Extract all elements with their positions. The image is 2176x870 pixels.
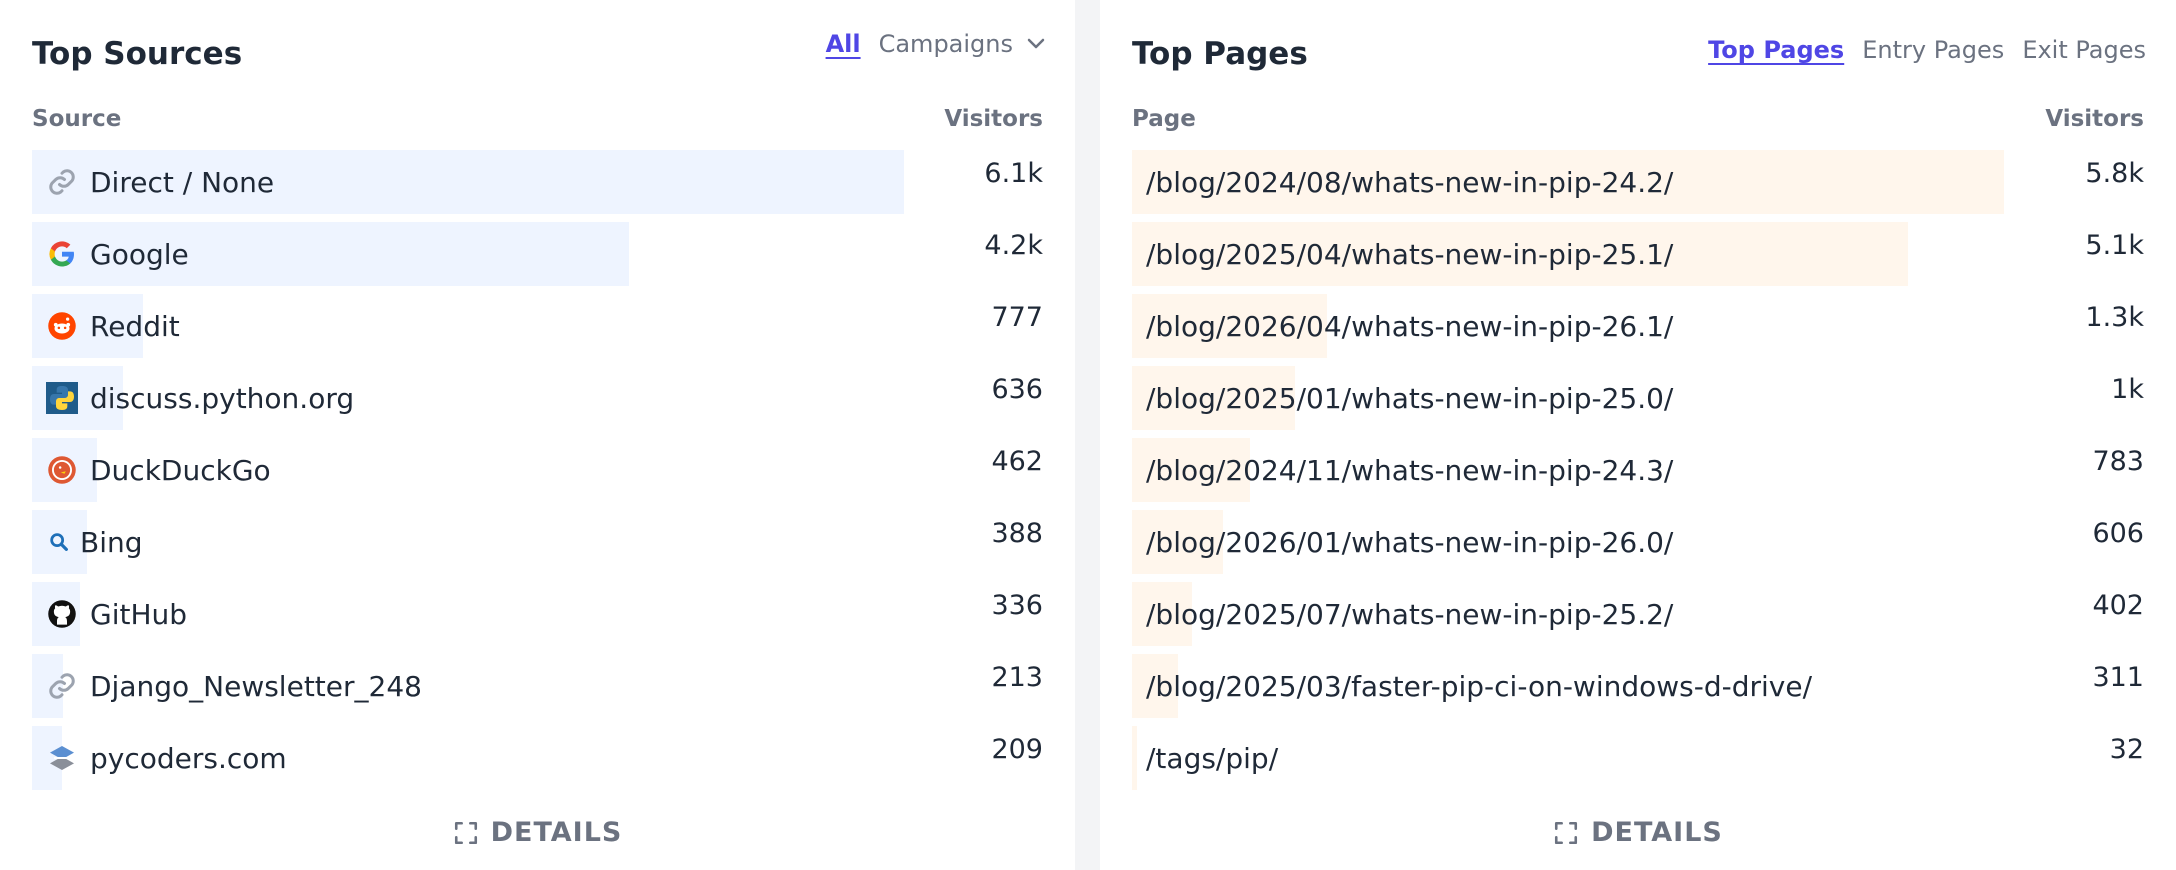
source-label: pycoders.com xyxy=(90,741,287,775)
tab-campaigns[interactable]: Campaigns xyxy=(879,30,1045,58)
expand-icon xyxy=(1555,821,1578,844)
list-item[interactable]: Google 4.2k xyxy=(32,222,1043,286)
tab-entry-pages[interactable]: Entry Pages xyxy=(1862,36,2004,64)
page-path: /blog/2025/04/whats-new-in-pip-25.1/ xyxy=(1146,237,1674,271)
visitor-count: 311 xyxy=(2092,662,2144,693)
page-path: /blog/2024/11/whats-new-in-pip-24.3/ xyxy=(1146,453,1674,487)
details-button[interactable]: DETAILS xyxy=(0,817,1075,848)
visitor-count: 5.8k xyxy=(2085,158,2144,189)
details-label: DETAILS xyxy=(1591,817,1723,848)
bing-search-icon xyxy=(46,526,72,558)
list-item[interactable]: GitHub 336 xyxy=(32,582,1043,646)
top-sources-panel: Top Sources All Campaigns Source Visitor… xyxy=(0,0,1075,870)
page-path: /blog/2025/03/faster-pip-ci-on-windows-d… xyxy=(1146,669,1813,703)
details-label: DETAILS xyxy=(490,817,623,848)
panel-title: Top Sources xyxy=(32,36,243,72)
top-pages-panel: Top Pages Top Pages Entry Pages Exit Pag… xyxy=(1100,0,2176,870)
source-label: GitHub xyxy=(90,597,188,631)
source-label: Google xyxy=(90,237,189,271)
tab-campaigns-label: Campaigns xyxy=(878,30,1013,58)
link-icon xyxy=(46,166,78,198)
visitor-count: 402 xyxy=(2092,590,2144,621)
dashboard: Top Sources All Campaigns Source Visitor… xyxy=(0,0,2176,870)
source-label: Reddit xyxy=(90,309,180,343)
visitor-count: 336 xyxy=(991,590,1043,621)
sources-list: Direct / None 6.1k Google 4.2k Reddit 77… xyxy=(32,150,1043,798)
source-label: discuss.python.org xyxy=(90,381,355,415)
sources-tabs: All Campaigns xyxy=(826,30,1045,58)
list-item[interactable]: Reddit 777 xyxy=(32,294,1043,358)
link-icon xyxy=(46,670,78,702)
page-path: /blog/2025/01/whats-new-in-pip-25.0/ xyxy=(1146,381,1674,415)
source-label: Direct / None xyxy=(90,165,275,199)
column-header-source: Source xyxy=(32,106,122,132)
source-label: Django_Newsletter_248 xyxy=(90,669,422,703)
pycoders-icon xyxy=(46,742,78,774)
list-item[interactable]: /tags/pip/ 32 xyxy=(1132,726,2144,790)
pages-list: /blog/2024/08/whats-new-in-pip-24.2/ 5.8… xyxy=(1132,150,2144,798)
list-item[interactable]: Django_Newsletter_248 213 xyxy=(32,654,1043,718)
visitor-count: 5.1k xyxy=(2085,230,2144,261)
visitor-count: 606 xyxy=(2092,518,2144,549)
list-item[interactable]: /blog/2026/01/whats-new-in-pip-26.0/ 606 xyxy=(1132,510,2144,574)
column-header-visitors: Visitors xyxy=(2045,106,2144,132)
visitor-count: 1k xyxy=(2111,374,2144,405)
page-path: /blog/2026/04/whats-new-in-pip-26.1/ xyxy=(1146,309,1674,343)
list-item[interactable]: DuckDuckGo 462 xyxy=(32,438,1043,502)
list-item[interactable]: /blog/2026/04/whats-new-in-pip-26.1/ 1.3… xyxy=(1132,294,2144,358)
list-item[interactable]: /blog/2025/07/whats-new-in-pip-25.2/ 402 xyxy=(1132,582,2144,646)
list-item[interactable]: /blog/2025/01/whats-new-in-pip-25.0/ 1k xyxy=(1132,366,2144,430)
list-item[interactable]: /blog/2025/04/whats-new-in-pip-25.1/ 5.1… xyxy=(1132,222,2144,286)
source-label: DuckDuckGo xyxy=(90,453,271,487)
visitor-count: 636 xyxy=(991,374,1043,405)
details-button[interactable]: DETAILS xyxy=(1100,817,2176,848)
pages-tabs: Top Pages Entry Pages Exit Pages xyxy=(1708,36,2146,64)
list-item[interactable]: pycoders.com 209 xyxy=(32,726,1043,790)
visitor-count: 32 xyxy=(2109,734,2144,765)
visitor-count: 1.3k xyxy=(2085,302,2144,333)
duckduckgo-icon xyxy=(46,454,78,486)
expand-icon xyxy=(454,821,477,844)
visitor-count: 462 xyxy=(991,446,1043,477)
visitor-count: 783 xyxy=(2092,446,2144,477)
list-item[interactable]: /blog/2024/08/whats-new-in-pip-24.2/ 5.8… xyxy=(1132,150,2144,214)
page-path: /tags/pip/ xyxy=(1146,741,1279,775)
python-icon xyxy=(46,382,78,414)
column-header-page: Page xyxy=(1132,106,1196,132)
visitor-count: 209 xyxy=(991,734,1043,765)
list-item[interactable]: /blog/2024/11/whats-new-in-pip-24.3/ 783 xyxy=(1132,438,2144,502)
panel-title: Top Pages xyxy=(1132,36,1308,72)
column-header-visitors: Visitors xyxy=(944,106,1043,132)
github-icon xyxy=(46,598,78,630)
visitor-count: 213 xyxy=(991,662,1043,693)
visitor-count: 777 xyxy=(991,302,1043,333)
visitor-count: 388 xyxy=(991,518,1043,549)
list-item[interactable]: Bing 388 xyxy=(32,510,1043,574)
page-path: /blog/2024/08/whats-new-in-pip-24.2/ xyxy=(1146,165,1674,199)
list-item[interactable]: /blog/2025/03/faster-pip-ci-on-windows-d… xyxy=(1132,654,2144,718)
source-label: Bing xyxy=(80,525,143,559)
google-icon xyxy=(46,238,78,270)
chevron-down-icon xyxy=(1027,38,1045,49)
page-path: /blog/2026/01/whats-new-in-pip-26.0/ xyxy=(1146,525,1674,559)
visitor-count: 4.2k xyxy=(984,230,1043,261)
page-path: /blog/2025/07/whats-new-in-pip-25.2/ xyxy=(1146,597,1674,631)
tab-all[interactable]: All xyxy=(826,30,861,58)
tab-exit-pages[interactable]: Exit Pages xyxy=(2022,36,2146,64)
reddit-icon xyxy=(46,310,78,342)
list-item[interactable]: discuss.python.org 636 xyxy=(32,366,1043,430)
tab-top-pages[interactable]: Top Pages xyxy=(1708,36,1844,64)
visitor-count: 6.1k xyxy=(984,158,1043,189)
list-item[interactable]: Direct / None 6.1k xyxy=(32,150,1043,214)
